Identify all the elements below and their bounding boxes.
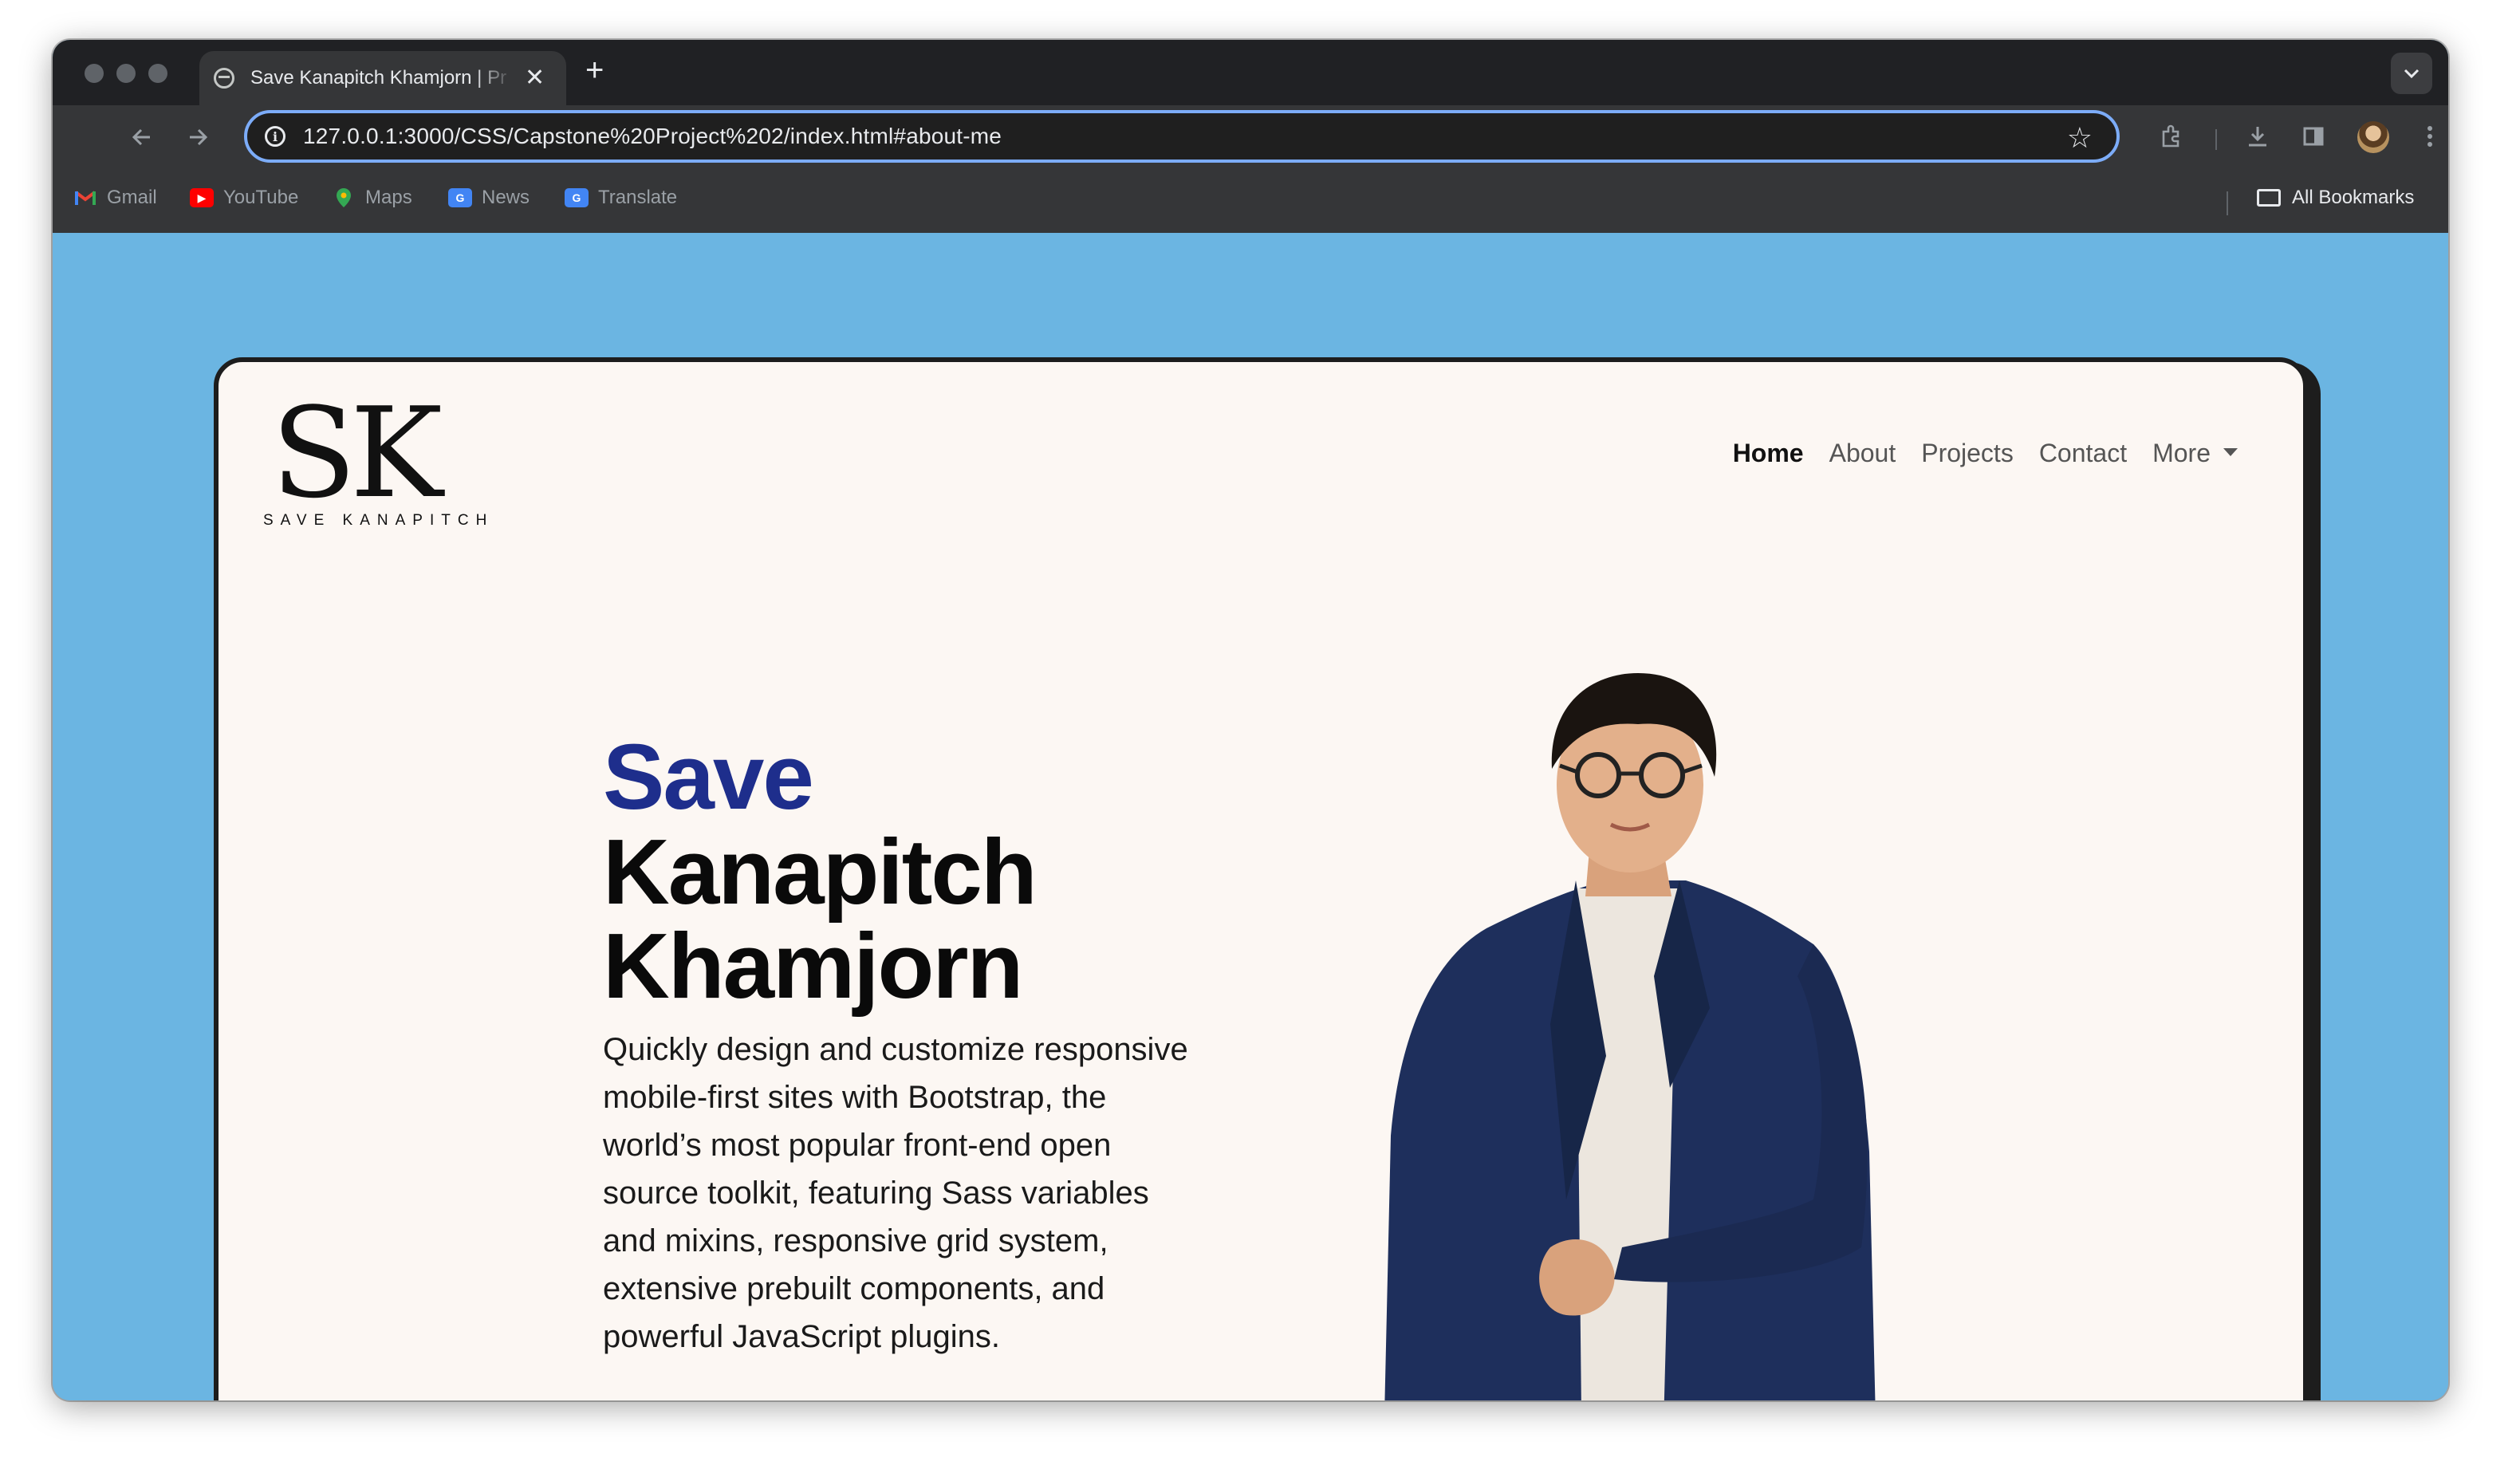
- extensions-icon[interactable]: [2152, 116, 2191, 156]
- all-bookmarks-label: All Bookmarks: [2292, 187, 2415, 208]
- more-menu-icon[interactable]: [2410, 116, 2448, 156]
- new-tab-button[interactable]: +: [585, 54, 604, 86]
- bookmark-label: YouTube: [223, 187, 299, 208]
- folder-icon: [2257, 189, 2281, 207]
- bookmark-label: Gmail: [107, 187, 157, 208]
- hero-name-line1: Kanapitch: [603, 820, 1038, 924]
- minimize-window-button[interactable]: [116, 64, 136, 83]
- profile-photo: [1384, 673, 1876, 1400]
- back-button[interactable]: [120, 115, 164, 160]
- site-logo[interactable]: SK SAVE KANAPITCH: [263, 380, 494, 530]
- news-icon: G: [448, 188, 472, 207]
- download-icon[interactable]: [2238, 116, 2278, 156]
- logo-subtitle: SAVE KANAPITCH: [263, 512, 494, 529]
- side-panel-icon[interactable]: [2294, 116, 2333, 156]
- hero-section: Save Kanapitch Khamjorn Quickly design a…: [603, 729, 1193, 1361]
- all-bookmarks-button[interactable]: All Bookmarks: [2257, 187, 2414, 209]
- translate-icon: G: [565, 188, 589, 207]
- nav-more-dropdown[interactable]: More: [2152, 439, 2238, 468]
- bookmark-gmail[interactable]: Gmail: [73, 187, 157, 209]
- nav-home[interactable]: Home: [1733, 439, 1804, 468]
- url-text[interactable]: 127.0.0.1:3000/CSS/Capstone%20Project%20…: [303, 124, 1002, 149]
- maximize-window-button[interactable]: [148, 64, 167, 83]
- active-tab[interactable]: Save Kanapitch Khamjorn | Pr ✕: [199, 51, 566, 105]
- arrow-right-icon: [190, 128, 208, 146]
- arrow-left-icon: [132, 128, 150, 146]
- nav-projects[interactable]: Projects: [1921, 439, 2014, 468]
- hero-name-line2: Khamjorn: [603, 914, 1023, 1018]
- hero-description: Quickly design and customize responsive …: [603, 1032, 1188, 1354]
- globe-icon: [214, 68, 234, 89]
- youtube-icon: ▶: [190, 188, 214, 207]
- tab-strip: Save Kanapitch Khamjorn | Pr ✕ +: [53, 40, 2448, 105]
- nav-more-label: More: [2152, 439, 2211, 467]
- profile-avatar[interactable]: [2357, 121, 2389, 153]
- browser-toolbar: i 127.0.0.1:3000/CSS/Capstone%20Project%…: [53, 105, 2448, 169]
- toolbar-separator: [2215, 129, 2217, 150]
- page-viewport: SK SAVE KANAPITCH Home About Projects Co…: [53, 233, 2448, 1400]
- bookmark-translate[interactable]: G Translate: [565, 187, 677, 209]
- nav-about[interactable]: About: [1829, 439, 1896, 468]
- caret-down-icon: [2223, 447, 2238, 456]
- bookmark-star-icon[interactable]: ☆: [2067, 121, 2093, 155]
- chevron-down-icon: [2404, 69, 2420, 79]
- gmail-icon: [73, 188, 97, 207]
- hero-card: SK SAVE KANAPITCH Home About Projects Co…: [214, 357, 2308, 1400]
- forward-button[interactable]: [175, 115, 220, 160]
- bookmarks-bar: Gmail ▶ YouTube Maps G News G Translate …: [53, 169, 2448, 234]
- close-tab-icon[interactable]: ✕: [525, 66, 545, 90]
- main-nav: Home About Projects Contact More: [1707, 439, 2238, 468]
- address-bar[interactable]: i 127.0.0.1:3000/CSS/Capstone%20Project%…: [244, 110, 2120, 163]
- nav-contact[interactable]: Contact: [2039, 439, 2127, 468]
- tab-search-button[interactable]: [2391, 53, 2432, 94]
- bookmark-maps[interactable]: Maps: [332, 187, 412, 209]
- browser-window: Save Kanapitch Khamjorn | Pr ✕ + i 127.0…: [53, 40, 2448, 1400]
- bookmark-news[interactable]: G News: [448, 187, 530, 209]
- bookmark-youtube[interactable]: ▶ YouTube: [190, 187, 298, 209]
- logo-mark: SK: [271, 380, 443, 526]
- bookmark-label: Translate: [598, 187, 678, 208]
- tab-title: Save Kanapitch Khamjorn | Pr: [250, 67, 507, 89]
- bookmarks-separator: [2227, 191, 2228, 215]
- site-info-icon[interactable]: i: [265, 126, 285, 147]
- bookmark-label: Maps: [365, 187, 412, 208]
- bookmark-label: News: [482, 187, 530, 208]
- hero-first-name: Save: [603, 725, 814, 829]
- close-window-button[interactable]: [85, 64, 104, 83]
- maps-icon: [332, 188, 356, 207]
